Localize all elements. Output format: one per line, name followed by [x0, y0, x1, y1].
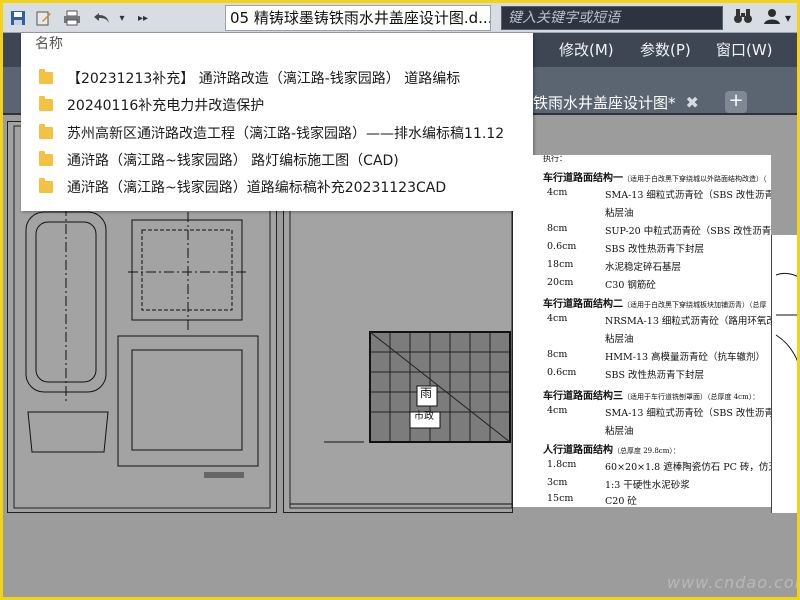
folder-name: 20240116补充电力井改造保护 — [67, 98, 265, 114]
tab-label: 铁雨水井盖座设计图* — [533, 93, 676, 112]
list-item[interactable]: 通浒路（漓江路~钱家园路） 路灯编标施工图（CAD) — [39, 149, 399, 171]
menu-modify[interactable]: 修改(M) — [559, 39, 614, 60]
spec-row: 20cm C30 钢筋砼 — [547, 277, 656, 291]
spec-row: 8cm HMM-13 高模量沥青砼（抗车辙剂） — [547, 349, 766, 363]
document-title: 05 精铸球墨铸铁雨水井盖座设计图.d... — [225, 5, 491, 31]
pavement-spec-document: 执行： 车行道路面结构一（适用于白改黑下穿绕城以外路面结构改造）（ 4cm SMA… — [513, 155, 771, 507]
search-box[interactable] — [501, 6, 723, 30]
binoculars-icon[interactable] — [733, 7, 753, 29]
spec-row: 1.8cm60×20×1.8 遮棒陶瓷仿石 PC 砖，仿芝麻灰 — [547, 459, 771, 473]
column-header-name[interactable]: 名称 — [35, 33, 63, 53]
drawing-sheet-right — [771, 235, 797, 513]
more-tools-icon[interactable]: ▸▸ — [135, 7, 151, 29]
spec-section-title: 车行道路面结构一（适用于白改黑下穿绕城以外路面结构改造）（ — [543, 173, 767, 184]
search-input[interactable] — [502, 7, 722, 29]
cover-label-municipal: 市政 — [414, 411, 434, 422]
file-list-panel: 名称 【20231213补充】 通浒路改造（漓江路-钱家园路） 道路编标 202… — [21, 33, 533, 211]
print-icon[interactable] — [61, 7, 83, 29]
title-bar: ▾ ▸▸ 05 精铸球墨铸铁雨水井盖座设计图.d... ▾ — [3, 3, 797, 33]
spec-row: 18cm 水泥稳定碎石基层 — [547, 259, 682, 273]
menu-window[interactable]: 窗口(W) — [716, 39, 773, 60]
folder-icon — [39, 96, 53, 111]
folder-icon — [39, 178, 53, 193]
undo-dropdown-icon[interactable]: ▾ — [115, 7, 129, 29]
folder-name: 【20231213补充】 通浒路改造（漓江路-钱家园路） 道路编标 — [67, 71, 461, 87]
spec-row: 4cmNRSMA-13 细粒式沥青砼（路用环氧改性沥 — [547, 313, 771, 327]
folder-icon — [39, 69, 53, 84]
menu-parameters[interactable]: 参数(P) — [640, 39, 691, 60]
spec-top-text: 执行： — [543, 155, 567, 163]
spec-row: 8cmSUP-20 中粒式沥青砼（SBS 改性沥青/抗车 — [547, 223, 771, 237]
spec-row: 0.6cm SBS 改性热沥青下封层 — [547, 367, 705, 381]
folder-icon — [39, 124, 53, 139]
spec-section-title: 车行道路面结构三（适用于车行道铣刨罩面）（总厚度 4cm）： — [543, 391, 760, 402]
folder-name: 通浒路（漓江路~钱家园路）道路编标稿补充20231123CAD — [67, 180, 447, 196]
folder-icon — [39, 151, 53, 166]
user-dropdown-icon[interactable]: ▾ — [785, 11, 791, 25]
spec-row: 15cm C20 砼 — [547, 493, 637, 507]
spec-row: 0.6cm SBS 改性热沥青下封层 — [547, 241, 705, 255]
list-item[interactable]: 20240116补充电力井改造保护 — [39, 94, 264, 116]
tab-drawing[interactable]: 铁雨水井盖座设计图* ✖ — [533, 89, 699, 115]
user-icon[interactable] — [763, 7, 781, 29]
watermark: www.cndao.com — [667, 573, 800, 592]
list-item[interactable]: 苏州高新区通浒路改造工程（漓江路-钱家园路）——排水编标稿11.12 — [39, 122, 504, 144]
cover-label-rain: 雨 — [419, 386, 432, 400]
undo-icon[interactable] — [91, 7, 113, 29]
save-icon[interactable] — [7, 7, 29, 29]
close-icon[interactable]: ✖ — [686, 93, 699, 112]
spec-row: 4cmSMA-13 细粒式沥青砼（SBS 改性沥青/抗滑 — [547, 187, 771, 201]
list-item[interactable]: 通浒路（漓江路~钱家园路）道路编标稿补充20231123CAD — [39, 176, 446, 198]
spec-section-title: 车行道路面结构二（适用于白改黑下穿绕城板块加铺沥青）（总厚 — [543, 299, 767, 310]
spec-section-title: 人行道路面结构（总厚度 29.8cm）： — [543, 445, 680, 456]
spec-row: 3cm 1:3 干硬性水泥砂浆 — [547, 477, 690, 491]
app-window: ▾ ▸▸ 05 精铸球墨铸铁雨水井盖座设计图.d... ▾ 修改(M) 参数(P… — [0, 0, 800, 600]
edit-icon[interactable] — [33, 7, 55, 29]
folder-name: 通浒路（漓江路~钱家园路） 路灯编标施工图（CAD) — [67, 153, 399, 169]
folder-name: 苏州高新区通浒路改造工程（漓江路-钱家园路）——排水编标稿11.12 — [67, 126, 505, 142]
spec-row: 4cmSMA-13 细粒式沥青砼（SBS 改性沥青/抗滑 — [547, 405, 771, 419]
list-item[interactable]: 【20231213补充】 通浒路改造（漓江路-钱家园路） 道路编标 — [39, 67, 460, 89]
new-tab-button[interactable]: + — [725, 91, 747, 113]
